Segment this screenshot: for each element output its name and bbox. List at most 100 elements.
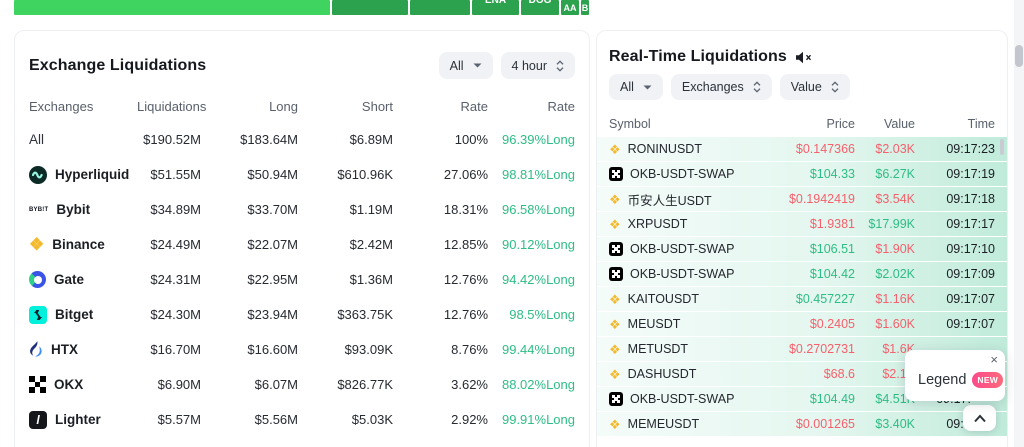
legend-label[interactable]: Legend	[918, 372, 966, 388]
column-header: Short	[298, 99, 393, 114]
long-value: $33.70M	[201, 202, 298, 217]
caret-down-icon	[643, 85, 652, 90]
liquidation-row[interactable]: ❖MEUSDT$0.2405$1.60K09:17:07	[597, 312, 1007, 336]
liquidation-heatmap-strip[interactable]: HYPENADOG AA B	[14, 0, 590, 15]
exchange-table-header: ExchangesLiquidationsLongShortRateRate	[15, 94, 589, 118]
exchange-row[interactable]: ❖Binance$24.49M$22.07M$2.42M12.85%90.12%…	[15, 227, 589, 262]
liquidation-row[interactable]: ❖RONINUSDT$0.147366$2.03K09:17:23	[597, 137, 1007, 161]
liquidation-value: $1.90K	[855, 242, 915, 256]
scroll-top-button[interactable]	[963, 405, 996, 431]
exchange-name[interactable]: Hyperliquid	[29, 166, 137, 184]
symbol-cell[interactable]: OKB-USDT-SWAP	[609, 167, 755, 181]
exchange-row[interactable]: Gate$24.31M$22.95M$1.36M12.76%94.42%Long	[15, 262, 589, 297]
exchange-row[interactable]: BYB!TBybit$34.89M$33.70M$1.19M18.31%96.5…	[15, 192, 589, 227]
binance-sm-icon: ❖	[609, 143, 621, 156]
short-value: $1.36M	[298, 272, 393, 287]
interval-dropdown[interactable]: 4 hour	[501, 52, 575, 79]
lighter-icon: l	[29, 411, 47, 429]
binance-sm-icon: ❖	[609, 343, 621, 356]
binance-sm-icon: ❖	[609, 418, 621, 431]
rate-value: 12.76%	[393, 307, 488, 322]
rate-value: 8.76%	[393, 342, 488, 357]
binance-sm-icon: ❖	[609, 293, 621, 306]
symbol-cell[interactable]: ❖XRPUSDT	[609, 217, 755, 231]
liquidations-value: $5.57M	[137, 412, 201, 427]
heatmap-segment[interactable]: B	[581, 0, 589, 15]
symbol-cell[interactable]: OKB-USDT-SWAP	[609, 242, 755, 256]
caret-down-icon	[473, 63, 482, 68]
symbol-cell[interactable]: ❖METUSDT	[609, 342, 755, 356]
liquidation-value: $17.99K	[855, 217, 915, 231]
symbol-cell[interactable]: ❖RONINUSDT	[609, 142, 755, 156]
column-header: Time	[915, 117, 995, 131]
liquidation-row[interactable]: OKB-USDT-SWAP$104.42$2.02K09:17:09	[597, 262, 1007, 286]
realtime-value-dropdown[interactable]: Value	[780, 74, 850, 100]
close-icon[interactable]: ×	[990, 352, 998, 367]
long-rate-value: 98.5%Long	[488, 307, 575, 322]
liquidation-value: $3.40K	[855, 417, 915, 431]
price-value: $0.1942419	[755, 192, 855, 206]
realtime-scope-dropdown[interactable]: All	[609, 74, 663, 100]
htx-icon	[29, 341, 43, 358]
exchange-name[interactable]: OKX	[29, 376, 137, 393]
liquidation-row[interactable]: ❖MEMEUSDT$0.001265$3.40K09:17:04	[597, 412, 1007, 436]
exchange-row[interactable]: OKX$6.90M$6.07M$826.77K3.62%88.02%Long	[15, 367, 589, 402]
symbol-cell[interactable]: ❖DASHUSDT	[609, 367, 755, 381]
liquidation-row[interactable]: ❖币安人生USDT$0.1942419$3.54K09:17:18	[597, 187, 1007, 211]
short-value: $1.19M	[298, 202, 393, 217]
liquidation-row[interactable]: ❖KAITOUSDT$0.457227$1.16K09:17:07	[597, 287, 1007, 311]
exchange-scope-dropdown[interactable]: All	[439, 52, 493, 79]
symbol-cell[interactable]: OKB-USDT-SWAP	[609, 267, 755, 281]
heatmap-segment[interactable]: AA	[561, 0, 579, 15]
speaker-muted-icon[interactable]	[795, 51, 812, 64]
exchange-row[interactable]: lLighter$5.57M$5.56M$5.03K2.92%99.91%Lon…	[15, 402, 589, 437]
liquidation-row[interactable]: ❖XRPUSDT$1.9381$17.99K09:17:17	[597, 212, 1007, 236]
price-value: $0.147366	[755, 142, 855, 156]
exchange-row[interactable]: Bitget$24.30M$23.94M$363.75K12.76%98.5%L…	[15, 297, 589, 332]
liquidations-value: $190.52M	[137, 132, 201, 147]
symbol-cell[interactable]: ❖币安人生USDT	[609, 190, 755, 209]
liquidation-row[interactable]: OKB-USDT-SWAP$106.51$1.90K09:17:10	[597, 237, 1007, 261]
symbol-cell[interactable]: ❖MEMEUSDT	[609, 417, 755, 431]
price-value: $68.6	[755, 367, 855, 381]
heatmap-segment[interactable]: ENA	[472, 0, 519, 15]
exchange-name[interactable]: Gate	[29, 271, 137, 288]
new-badge: NEW	[972, 372, 1003, 388]
exchange-row[interactable]: All$190.52M$183.64M$6.89M100%96.39%Long	[15, 122, 589, 157]
heatmap-segment[interactable]	[332, 0, 408, 15]
exchange-name[interactable]: ❖Binance	[29, 236, 137, 253]
page-scrollbar-thumb[interactable]	[1015, 45, 1023, 67]
exchange-row[interactable]: Hyperliquid$51.55M$50.94M$610.96K27.06%9…	[15, 157, 589, 192]
long-rate-value: 99.91%Long	[488, 412, 575, 427]
exchange-name[interactable]: HTX	[29, 341, 137, 358]
okx-dark-icon	[609, 392, 623, 406]
exchange-name[interactable]: BYB!TBybit	[29, 202, 137, 217]
heatmap-segment[interactable]	[14, 0, 330, 15]
heatmap-segment-label: AA	[564, 3, 577, 13]
price-value: $104.49	[755, 392, 855, 406]
exchange-row[interactable]: HTX$16.70M$16.60M$93.09K8.76%99.44%Long	[15, 332, 589, 367]
time-value: 09:17:07	[915, 292, 995, 306]
heatmap-segment[interactable]: HYP	[410, 0, 470, 15]
heatmap-segment[interactable]: DOG	[521, 0, 559, 15]
exchange-name[interactable]: Bitget	[29, 306, 137, 324]
realtime-panel-title: Real-Time Liquidations	[609, 48, 787, 66]
page-scrollbar-track[interactable]	[1014, 0, 1024, 447]
realtime-table-header: SymbolPriceValueTime	[597, 113, 1007, 135]
short-value: $826.77K	[298, 377, 393, 392]
symbol-cell[interactable]: ❖KAITOUSDT	[609, 292, 755, 306]
symbol-cell[interactable]: OKB-USDT-SWAP	[609, 392, 755, 406]
exchange-name[interactable]: lLighter	[29, 411, 137, 429]
symbol-cell[interactable]: ❖MEUSDT	[609, 317, 755, 331]
liquidation-row[interactable]: OKB-USDT-SWAP$104.33$6.27K09:17:19	[597, 162, 1007, 186]
realtime-exchange-dropdown[interactable]: Exchanges	[671, 74, 772, 100]
price-value: $104.33	[755, 167, 855, 181]
table-scrollbar-thumb[interactable]	[1000, 139, 1004, 155]
sort-arrows-icon	[556, 60, 564, 72]
legend-popover: × Legend NEW	[905, 350, 1005, 401]
liquidations-value: $24.30M	[137, 307, 201, 322]
short-value: $5.03K	[298, 412, 393, 427]
rate-value: 18.31%	[393, 202, 488, 217]
liquidation-value: $2.03K	[855, 142, 915, 156]
exchange-name[interactable]: All	[29, 132, 137, 147]
